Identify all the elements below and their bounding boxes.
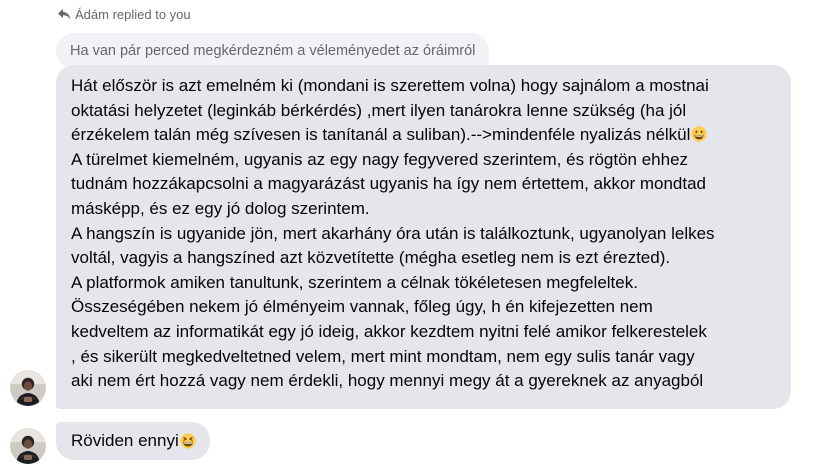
message-line: Összeségében nekem jó élményeim vannak, …: [71, 297, 653, 317]
message-line: , és sikerült megkedveltetned velem, mer…: [71, 346, 695, 366]
message-bubble-short[interactable]: Röviden ennyi: [56, 422, 210, 460]
short-message-text: Röviden ennyi: [71, 430, 179, 450]
reply-arrow-icon: [58, 8, 71, 20]
message-line-text: érzékelem talán még szívesen is tanítaná…: [71, 125, 691, 145]
quoted-message[interactable]: Ha van pár perced megkérdezném a vélemén…: [56, 33, 490, 69]
avatar[interactable]: [10, 370, 46, 406]
message-line: A hangszín is ugyanide jön, mert akarhán…: [71, 223, 715, 243]
message-line: Hát először is azt emelném ki (mondani i…: [71, 76, 709, 95]
message-bubble[interactable]: Hát először is azt emelném ki (mondani i…: [56, 65, 791, 409]
grinning-face-emoji: [691, 126, 708, 142]
message-line: kedveltem az informatikát egy jó ideig, …: [71, 321, 707, 341]
message-line: tudnám hozzákapcsolni a magyarázást ugya…: [71, 174, 707, 194]
message-line: aki nem ért hozzá vagy nem érdekli, hogy…: [71, 371, 704, 391]
quoted-message-text: Ha van pár perced megkérdezném a vélemén…: [70, 43, 476, 59]
message-line: másképp, és ez egy jó dolog szerintem.: [71, 198, 370, 218]
avatar[interactable]: [10, 428, 46, 464]
message-line: A türelmet kiemelném, ugyanis az egy nag…: [71, 149, 689, 169]
message-line: A platformok amiken tanultunk, szerintem…: [71, 272, 638, 292]
message-line: oktatási helyzetet (leginkáb bérkérdés) …: [71, 100, 687, 120]
message-line-with-emoji: érzékelem talán még szívesen is tanítaná…: [71, 123, 779, 148]
message-line: voltál, vagyis a hangszíned azt közvetít…: [71, 248, 671, 268]
grinning-squinting-face-emoji: [180, 433, 196, 449]
reply-header-text: Ádám replied to you: [75, 6, 191, 22]
reply-header: Ádám replied to you: [58, 5, 191, 23]
